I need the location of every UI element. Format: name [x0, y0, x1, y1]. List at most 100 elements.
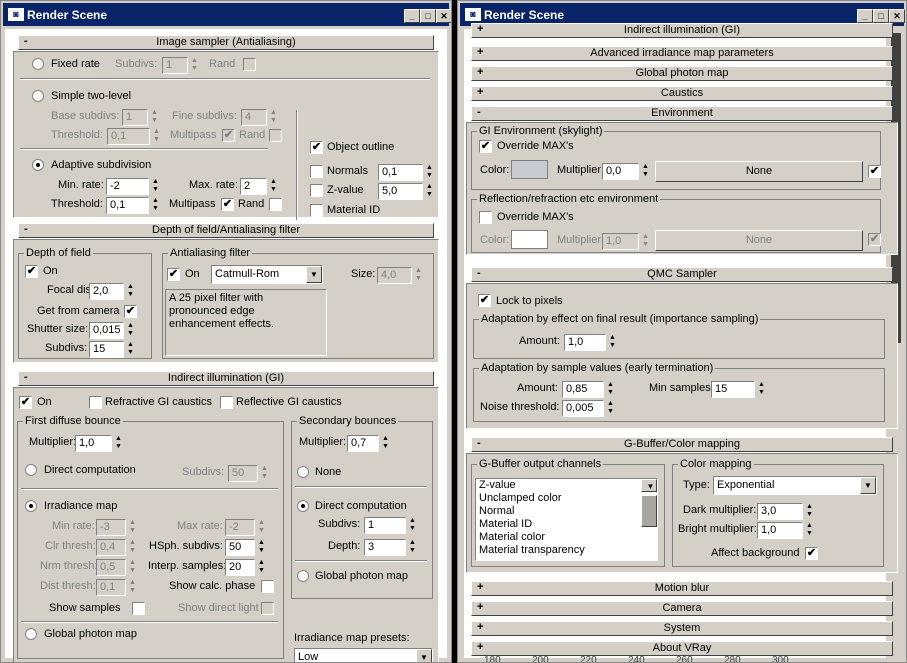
st-rand-checkbox[interactable]	[269, 129, 282, 142]
sb-subdivs-spinner[interactable]: 1	[364, 517, 406, 534]
rollout-image-sampler[interactable]: - Image sampler (Antialiasing)	[18, 35, 434, 50]
list-item[interactable]: Material color	[476, 531, 657, 544]
spinner-arrows-icon[interactable]: ▲ ▼	[804, 503, 815, 519]
spinner-arrows-icon[interactable]: ▲ ▼	[804, 522, 815, 538]
max-rate-spinner[interactable]: 2	[240, 178, 267, 195]
spinner-arrows-icon[interactable]: ▲ ▼	[380, 435, 391, 451]
ad-multipass-checkbox[interactable]: ✔	[221, 198, 234, 211]
spinner-arrows-icon[interactable]: ▲ ▼	[640, 233, 651, 249]
shutter-size-spinner[interactable]: 0,015	[89, 322, 124, 339]
chevron-down-icon[interactable]: ▼	[416, 649, 432, 662]
dof-subdivs-spinner[interactable]: 15	[89, 341, 124, 358]
spinner-arrows-icon[interactable]: ▲ ▼	[256, 519, 267, 535]
spinner-arrows-icon[interactable]: ▲ ▼	[407, 539, 418, 555]
clr-thresh-spinner[interactable]: 0,4	[96, 539, 126, 556]
get-from-camera-checkbox[interactable]: ✔	[124, 305, 137, 318]
spinner-arrows-icon[interactable]: ▲ ▼	[607, 334, 618, 350]
min-rate-spinner[interactable]: -2	[106, 178, 149, 195]
spinner-arrows-icon[interactable]: ▲ ▼	[113, 435, 124, 451]
zvalue-spinner[interactable]: 5,0	[378, 183, 423, 200]
adaptive-subdivision-radio[interactable]	[32, 159, 44, 171]
rollout-caustics[interactable]: + Caustics	[471, 86, 893, 101]
spinner-arrows-icon[interactable]: ▲ ▼	[756, 381, 767, 397]
gi-map-checkbox[interactable]: ✔	[868, 165, 881, 178]
minimize-icon[interactable]: _	[857, 9, 873, 23]
spinner-arrows-icon[interactable]: ▲ ▼	[424, 164, 435, 180]
list-item[interactable]: Normal	[476, 505, 657, 518]
refl-map-button[interactable]: None	[655, 230, 863, 251]
spinner-arrows-icon[interactable]: ▲ ▼	[125, 322, 136, 338]
min-samples-spinner[interactable]: 15	[711, 381, 755, 398]
ad-threshold-spinner[interactable]: 0,1	[106, 197, 149, 214]
spinner-arrows-icon[interactable]: ▲ ▼	[605, 400, 616, 416]
dark-multiplier-spinner[interactable]: 3,0	[757, 503, 803, 520]
ad-rand-checkbox[interactable]	[269, 198, 282, 211]
list-scrollbar[interactable]: ▲ ▼	[641, 479, 657, 527]
noise-threshold-spinner[interactable]: 0,005	[562, 400, 604, 417]
sb-none-radio[interactable]	[297, 466, 309, 478]
st-multipass-checkbox[interactable]: ✔	[222, 129, 235, 142]
list-item[interactable]: Z-value	[476, 479, 657, 492]
fixed-rate-radio[interactable]	[32, 58, 44, 70]
rollout-gbuffer[interactable]: - G-Buffer/Color mapping	[471, 437, 893, 452]
spinner-arrows-icon[interactable]: ▲ ▼	[268, 178, 279, 194]
fr-subdivs-spinner[interactable]: 1	[162, 57, 188, 74]
interp-samples-spinner[interactable]: 20	[225, 559, 255, 576]
sb-global-photon-radio[interactable]	[297, 570, 309, 582]
show-calc-phase-checkbox[interactable]	[261, 580, 274, 593]
irradiance-map-radio[interactable]	[25, 500, 37, 512]
spinner-arrows-icon[interactable]: ▲ ▼	[256, 539, 267, 555]
spinner-arrows-icon[interactable]: ▲ ▼	[149, 109, 160, 125]
refl-map-checkbox[interactable]: ✔	[868, 233, 881, 246]
spinner-arrows-icon[interactable]: ▲ ▼	[125, 283, 136, 299]
show-direct-light-checkbox[interactable]	[261, 602, 274, 615]
lock-pixels-checkbox[interactable]: ✔	[478, 294, 491, 307]
rollout-indirect-illumination[interactable]: - Indirect illumination (GI)	[18, 371, 434, 386]
dist-thresh-spinner[interactable]: 0,1	[96, 579, 126, 596]
rollout-environment[interactable]: - Environment	[471, 106, 893, 121]
show-samples-checkbox[interactable]	[132, 602, 145, 615]
sb-depth-spinner[interactable]: 3	[364, 539, 406, 556]
spinner-arrows-icon[interactable]: ▲ ▼	[125, 341, 136, 357]
refl-gi-checkbox[interactable]	[220, 396, 233, 409]
maximize-icon[interactable]: □	[873, 9, 889, 23]
scroll-thumb[interactable]	[641, 495, 657, 527]
gi-multiplier-spinner[interactable]: 0,0	[602, 163, 639, 180]
im-min-rate-spinner[interactable]: -3	[96, 519, 126, 536]
base-subdivs-spinner[interactable]: 1	[122, 109, 148, 126]
maximize-icon[interactable]: □	[420, 9, 436, 23]
material-id-checkbox[interactable]	[310, 204, 323, 217]
fine-subdivs-spinner[interactable]: 4	[241, 109, 267, 126]
spinner-arrows-icon[interactable]: ▲ ▼	[150, 178, 161, 194]
spinner-arrows-icon[interactable]: ▲ ▼	[127, 579, 138, 595]
rollout-advanced-irradiance[interactable]: + Advanced irradiance map parameters	[471, 46, 893, 61]
gi-override-checkbox[interactable]: ✔	[479, 140, 492, 153]
irradiance-presets-dropdown[interactable]: Low ▼	[294, 648, 433, 662]
global-photon-map-radio[interactable]	[25, 628, 37, 640]
spinner-arrows-icon[interactable]: ▲ ▼	[605, 381, 616, 397]
fr-rand-checkbox[interactable]	[243, 58, 256, 71]
gbuffer-channel-list[interactable]: Z-value Unclamped color Normal Material …	[475, 478, 658, 561]
refl-color-swatch[interactable]	[511, 230, 548, 249]
refl-multiplier-spinner[interactable]: 1,0	[602, 233, 639, 250]
sb-direct-computation-radio[interactable]	[297, 500, 309, 512]
spinner-arrows-icon[interactable]: ▲ ▼	[256, 559, 267, 575]
chevron-down-icon[interactable]: ▼	[306, 266, 322, 283]
rollout-indirect-partial[interactable]: + Indirect illumination (GI)	[471, 23, 893, 38]
asv-amount-spinner[interactable]: 0,85	[562, 381, 604, 398]
normals-spinner[interactable]: 0,1	[378, 164, 423, 181]
bright-multiplier-spinner[interactable]: 1,0	[757, 522, 803, 539]
cm-type-dropdown[interactable]: Exponential ▼	[713, 476, 877, 495]
aa-filter-dropdown[interactable]: Catmull-Rom ▼	[211, 265, 323, 284]
close-icon[interactable]: ✕	[889, 9, 905, 23]
spinner-arrows-icon[interactable]: ▲ ▼	[259, 465, 270, 481]
st-threshold-spinner[interactable]: 0,1	[107, 128, 150, 145]
refr-gi-checkbox[interactable]	[89, 396, 102, 409]
rollout-global-photon-map[interactable]: + Global photon map	[471, 66, 893, 81]
sb-multiplier-spinner[interactable]: 0,7	[347, 435, 379, 452]
minimize-icon[interactable]: _	[404, 9, 420, 23]
gi-on-checkbox[interactable]: ✔	[19, 396, 32, 409]
im-max-rate-spinner[interactable]: -2	[225, 519, 255, 536]
spinner-arrows-icon[interactable]: ▲ ▼	[151, 128, 162, 144]
scroll-down-icon[interactable]: ▼	[641, 479, 657, 492]
